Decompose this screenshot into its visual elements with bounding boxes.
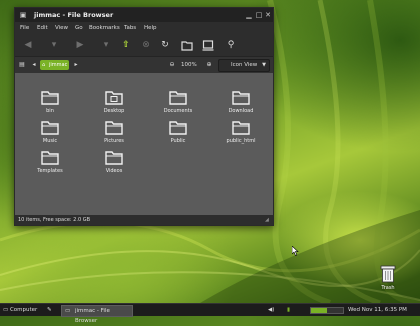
maximize-icon[interactable]: □ bbox=[255, 11, 263, 19]
computer-menu-icon: ▭ bbox=[3, 307, 9, 313]
forward-icon[interactable]: ▶ bbox=[73, 38, 87, 52]
file-name: Documents bbox=[163, 108, 193, 114]
zoom-level[interactable]: 100% bbox=[181, 60, 197, 70]
file-name: Music bbox=[42, 138, 58, 144]
file-browser-window: ▣ jimmac - File Browser ▁ □ ✕ File Edit … bbox=[14, 7, 274, 226]
trash-label: Trash bbox=[381, 285, 395, 291]
file-item[interactable]: Public bbox=[155, 119, 201, 157]
zoom-in-icon[interactable]: ⊕ bbox=[205, 60, 213, 70]
menu-go[interactable]: Go bbox=[75, 22, 83, 34]
search-icon[interactable]: ⚲ bbox=[224, 38, 238, 52]
menu-tabs[interactable]: Tabs bbox=[124, 22, 136, 34]
desktop-trash[interactable]: Trash bbox=[376, 263, 400, 295]
folder-icon bbox=[41, 151, 59, 165]
up-arrow-icon[interactable]: ⇧ bbox=[119, 38, 133, 52]
folder-icon bbox=[105, 121, 123, 135]
taskbar-window-button[interactable]: ▭ jimmac - File Browser bbox=[61, 305, 133, 324]
home-folder-icon[interactable] bbox=[180, 38, 194, 52]
folder-icon bbox=[232, 91, 250, 105]
window-titlebar[interactable]: ▣ jimmac - File Browser ▁ □ ✕ bbox=[15, 8, 273, 22]
toggle-location-icon[interactable]: ▤ bbox=[18, 60, 26, 70]
menu-file[interactable]: File bbox=[20, 22, 29, 34]
breadcrumb-jimmac[interactable]: ⌂ jimmac bbox=[40, 60, 69, 70]
computer-icon[interactable] bbox=[201, 38, 215, 52]
breadcrumb-label: jimmac bbox=[49, 62, 68, 68]
stop-icon[interactable]: ⊗ bbox=[139, 38, 153, 52]
file-name: Download bbox=[228, 108, 254, 114]
location-bar: ▤ ◂ ⌂ jimmac ▸ ⊖ 100% ⊕ Icon View ▼ bbox=[15, 56, 273, 74]
system-monitor-fill bbox=[311, 308, 327, 313]
status-text: 10 items, Free space: 2.0 GB bbox=[18, 217, 91, 223]
reload-icon[interactable]: ↻ bbox=[158, 38, 172, 52]
file-name: Videos bbox=[105, 168, 123, 174]
menu-bookmarks[interactable]: Bookmarks bbox=[89, 22, 120, 34]
toolbar: ◀ ▾ ▶ ▾ ⇧ ⊗ ↻ ⚲ bbox=[15, 34, 273, 56]
file-name: Pictures bbox=[104, 138, 124, 144]
taskbar: ▭ Computer ✎ ▭ jimmac - File Browser ◀) … bbox=[0, 303, 420, 324]
desktop-folder-icon bbox=[105, 91, 123, 105]
minimize-icon[interactable]: ▁ bbox=[245, 11, 253, 19]
computer-menu-button[interactable]: ▭ Computer bbox=[3, 304, 43, 316]
system-monitor-meter[interactable] bbox=[310, 307, 344, 314]
taskbar-window-label: jimmac - File Browser bbox=[75, 308, 110, 324]
menu-view[interactable]: View bbox=[55, 22, 68, 34]
zoom-out-icon[interactable]: ⊖ bbox=[168, 60, 176, 70]
chevron-down-icon: ▼ bbox=[262, 62, 266, 68]
home-icon: ⌂ bbox=[42, 62, 46, 68]
resize-grip-icon[interactable]: ◢ bbox=[265, 217, 271, 223]
file-item[interactable]: public_html bbox=[218, 119, 264, 157]
file-name: Public bbox=[170, 138, 186, 144]
file-name: public_html bbox=[226, 138, 256, 144]
crumb-right-icon[interactable]: ▸ bbox=[72, 60, 80, 70]
menu-help[interactable]: Help bbox=[144, 22, 157, 34]
menubar: File Edit View Go Bookmarks Tabs Help bbox=[15, 22, 273, 34]
show-desktop-icon[interactable]: ✎ bbox=[47, 304, 57, 316]
file-name: Templates bbox=[37, 168, 63, 174]
file-item[interactable]: Videos bbox=[91, 149, 137, 187]
network-icon[interactable]: ▮ bbox=[287, 304, 297, 316]
home-folder-glyph bbox=[181, 41, 193, 51]
back-history-icon[interactable]: ▾ bbox=[47, 38, 61, 52]
file-name: bin bbox=[46, 108, 54, 114]
statusbar: 10 items, Free space: 2.0 GB ◢ bbox=[15, 215, 273, 225]
clock[interactable]: Wed Nov 11, 6:35 PM bbox=[348, 304, 418, 316]
file-icon-view: bin Desktop Documents Download Music Pic… bbox=[15, 73, 273, 215]
menu-edit[interactable]: Edit bbox=[37, 22, 48, 34]
file-item[interactable]: Templates bbox=[27, 149, 73, 187]
window-menu-icon[interactable]: ▣ bbox=[19, 11, 27, 19]
view-mode-select[interactable]: Icon View ▼ bbox=[218, 59, 270, 72]
volume-icon[interactable]: ◀) bbox=[268, 304, 276, 316]
view-mode-label: Icon View bbox=[231, 62, 258, 68]
computer-glyph bbox=[202, 40, 214, 51]
folder-icon bbox=[169, 91, 187, 105]
folder-icon bbox=[41, 121, 59, 135]
trash-icon bbox=[380, 265, 396, 283]
file-name: Desktop bbox=[103, 108, 125, 114]
mouse-cursor-icon bbox=[292, 246, 299, 256]
close-icon[interactable]: ✕ bbox=[264, 11, 272, 19]
back-icon[interactable]: ◀ bbox=[21, 38, 35, 52]
folder-icon bbox=[41, 91, 59, 105]
window-title: jimmac - File Browser bbox=[34, 11, 114, 19]
folder-icon bbox=[232, 121, 250, 135]
forward-history-icon[interactable]: ▾ bbox=[99, 38, 113, 52]
folder-icon bbox=[105, 151, 123, 165]
folder-icon bbox=[169, 121, 187, 135]
computer-menu-label: Computer bbox=[9, 307, 38, 313]
crumb-left-icon[interactable]: ◂ bbox=[30, 60, 38, 70]
